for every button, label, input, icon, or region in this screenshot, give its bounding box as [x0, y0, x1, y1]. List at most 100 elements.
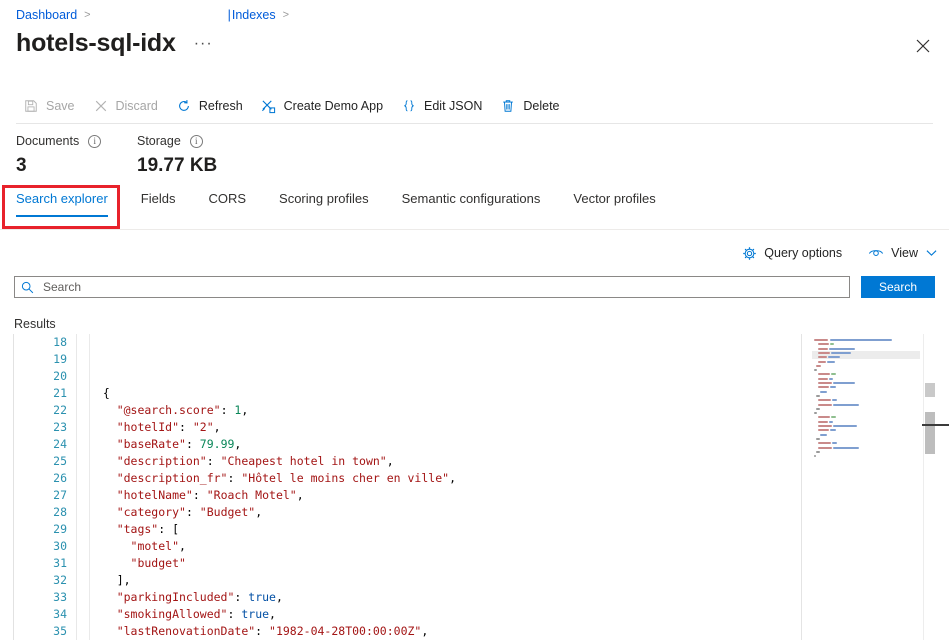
minimap-line	[818, 447, 832, 449]
minimap-line	[818, 382, 832, 384]
results-label: Results	[14, 317, 56, 331]
minimap-line	[818, 378, 828, 380]
search-button[interactable]: Search	[861, 276, 935, 298]
code-line: "parkingIncluded": true,	[89, 589, 949, 606]
minimap-line	[829, 378, 833, 380]
query-options-label: Query options	[764, 246, 842, 260]
search-box[interactable]	[14, 276, 850, 298]
minimap-line	[831, 373, 836, 375]
minimap-line	[818, 416, 830, 418]
code-line: "budget"	[89, 555, 949, 572]
minimap-line	[833, 382, 855, 384]
line-number: 35	[14, 623, 76, 640]
minimap-line	[818, 386, 829, 388]
minimap-line	[818, 373, 830, 375]
close-button[interactable]	[907, 30, 939, 62]
line-number: 30	[14, 538, 76, 555]
search-icon	[21, 281, 34, 294]
minimap-line	[818, 343, 829, 345]
minimap-line	[818, 421, 828, 423]
editor-scrollbar-thumb-upper[interactable]	[925, 383, 935, 397]
create-demo-app-button[interactable]: Create Demo App	[254, 92, 392, 120]
code-line: "description_fr": "Hôtel le moins cher e…	[89, 470, 949, 487]
stat-documents-value: 3	[16, 155, 137, 177]
line-number: 28	[14, 504, 76, 521]
editor-scrollbar-track[interactable]	[923, 334, 937, 640]
line-number: 22	[14, 402, 76, 419]
tab-cors[interactable]: CORS	[208, 190, 246, 217]
minimap-line	[827, 361, 835, 363]
code-line: ],	[89, 572, 949, 589]
minimap-line	[818, 361, 826, 363]
breadcrumb-item-indexes[interactable]: Indexes	[232, 8, 276, 22]
editor-minimap[interactable]	[812, 337, 920, 457]
minimap-line	[814, 455, 816, 457]
minimap-line	[820, 391, 827, 393]
stats-row: Documents i 3 Storage i 19.77 KB	[16, 132, 217, 177]
query-options-button[interactable]: Query options	[741, 245, 842, 261]
edit-json-button[interactable]: Edit JSON	[394, 92, 491, 120]
search-input[interactable]	[43, 280, 843, 294]
discard-button[interactable]: Discard	[86, 92, 167, 120]
info-icon[interactable]: i	[88, 135, 101, 148]
page-title: hotels-sql-idx	[16, 27, 176, 59]
minimap-line	[814, 412, 817, 414]
line-number: 26	[14, 470, 76, 487]
line-number: 32	[14, 572, 76, 589]
tab-bar: Search explorer Fields CORS Scoring prof…	[16, 190, 689, 226]
minimap-line	[818, 348, 828, 350]
line-number: 27	[14, 487, 76, 504]
save-label: Save	[46, 99, 75, 113]
save-button[interactable]: Save	[16, 92, 84, 120]
line-number: 33	[14, 589, 76, 606]
tab-bar-divider	[0, 229, 949, 230]
line-number: 20	[14, 368, 76, 385]
minimap-line	[818, 356, 827, 358]
minimap-line	[832, 442, 837, 444]
code-line: "tags": [	[89, 521, 949, 538]
tab-scoring-profiles[interactable]: Scoring profiles	[279, 190, 369, 217]
minimap-line	[833, 425, 857, 427]
page-title-row: hotels-sql-idx ···	[16, 27, 213, 59]
view-button[interactable]: View	[868, 245, 937, 261]
tab-vector-profiles[interactable]: Vector profiles	[573, 190, 655, 217]
delete-button[interactable]: Delete	[493, 92, 568, 120]
breadcrumb-chevron-icon: >	[84, 9, 90, 21]
refresh-icon	[176, 98, 192, 114]
breadcrumb: Dashboard > | Indexes >	[16, 6, 295, 24]
tab-search-explorer[interactable]: Search explorer	[16, 190, 108, 217]
line-number: 18	[14, 334, 76, 351]
save-icon	[23, 98, 39, 114]
minimap-line	[814, 339, 828, 341]
minimap-line	[816, 395, 820, 397]
minimap-line	[829, 421, 833, 423]
line-number: 19	[14, 351, 76, 368]
stat-storage-label: Storage	[137, 134, 181, 148]
breadcrumb-item-dashboard[interactable]: Dashboard	[16, 8, 77, 22]
editor-scrollbar-thumb[interactable]	[925, 412, 935, 454]
discard-x-icon	[93, 98, 109, 114]
indent-guide	[89, 334, 90, 640]
minimap-line	[820, 434, 827, 436]
line-number: 21	[14, 385, 76, 402]
tab-fields[interactable]: Fields	[141, 190, 176, 217]
refresh-button[interactable]: Refresh	[169, 92, 252, 120]
minimap-line	[830, 386, 836, 388]
refresh-label: Refresh	[199, 99, 243, 113]
info-icon[interactable]: i	[190, 135, 203, 148]
line-number: 29	[14, 521, 76, 538]
edit-json-label: Edit JSON	[424, 99, 482, 113]
stat-storage: Storage i 19.77 KB	[137, 132, 217, 177]
results-json-editor[interactable]: 181920212223242526272829303132333435 { "…	[13, 334, 949, 640]
tab-semantic-configurations[interactable]: Semantic configurations	[402, 190, 541, 217]
minimap-line	[828, 356, 840, 358]
stat-documents-label: Documents	[16, 134, 79, 148]
trash-icon	[500, 98, 516, 114]
more-options-ellipsis[interactable]: ···	[194, 35, 213, 53]
minimap-line	[831, 416, 836, 418]
minimap-line	[818, 404, 832, 406]
delete-label: Delete	[523, 99, 559, 113]
minimap-line	[831, 352, 851, 354]
minimap-line	[818, 429, 829, 431]
line-number: 23	[14, 419, 76, 436]
